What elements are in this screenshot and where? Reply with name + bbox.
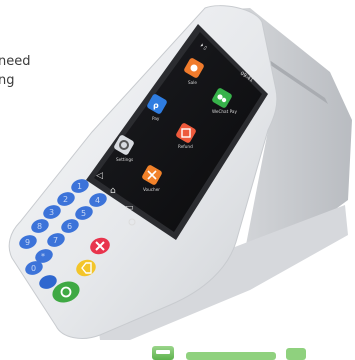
app-label-settings: Settings: [116, 157, 133, 162]
back-nav-icon[interactable]: ◁: [96, 171, 103, 181]
key-label-6: 6: [67, 222, 72, 231]
app-label-wechat-pay: WeChat Pay: [212, 109, 237, 114]
app-label-sale: Sale: [188, 80, 197, 85]
key-label-star: *: [41, 252, 45, 261]
home-nav-icon[interactable]: ⌂: [110, 186, 116, 196]
svg-text:ρ: ρ: [153, 101, 159, 110]
key-label-5: 5: [81, 209, 86, 218]
pos-terminal-illustration: ⏵ ▯ 09:41 Sale ρ Pay WeChat Pay Settings…: [8, 5, 352, 360]
key-label-2: 2: [63, 195, 68, 204]
key-label-4: 4: [95, 196, 100, 205]
app-label-refund: Refund: [178, 144, 193, 149]
key-label-8: 8: [37, 222, 42, 231]
key-label-0: 0: [31, 264, 36, 273]
app-label-pay: Pay: [152, 116, 160, 121]
brand-logo-partial: [152, 346, 306, 360]
recent-nav-icon[interactable]: ▭: [125, 203, 134, 213]
app-label-voucher: Voucher: [143, 187, 160, 192]
key-label-9: 9: [25, 238, 30, 247]
key-label-3: 3: [49, 208, 54, 217]
key-label-7: 7: [53, 236, 58, 245]
key-label-1: 1: [77, 182, 82, 191]
